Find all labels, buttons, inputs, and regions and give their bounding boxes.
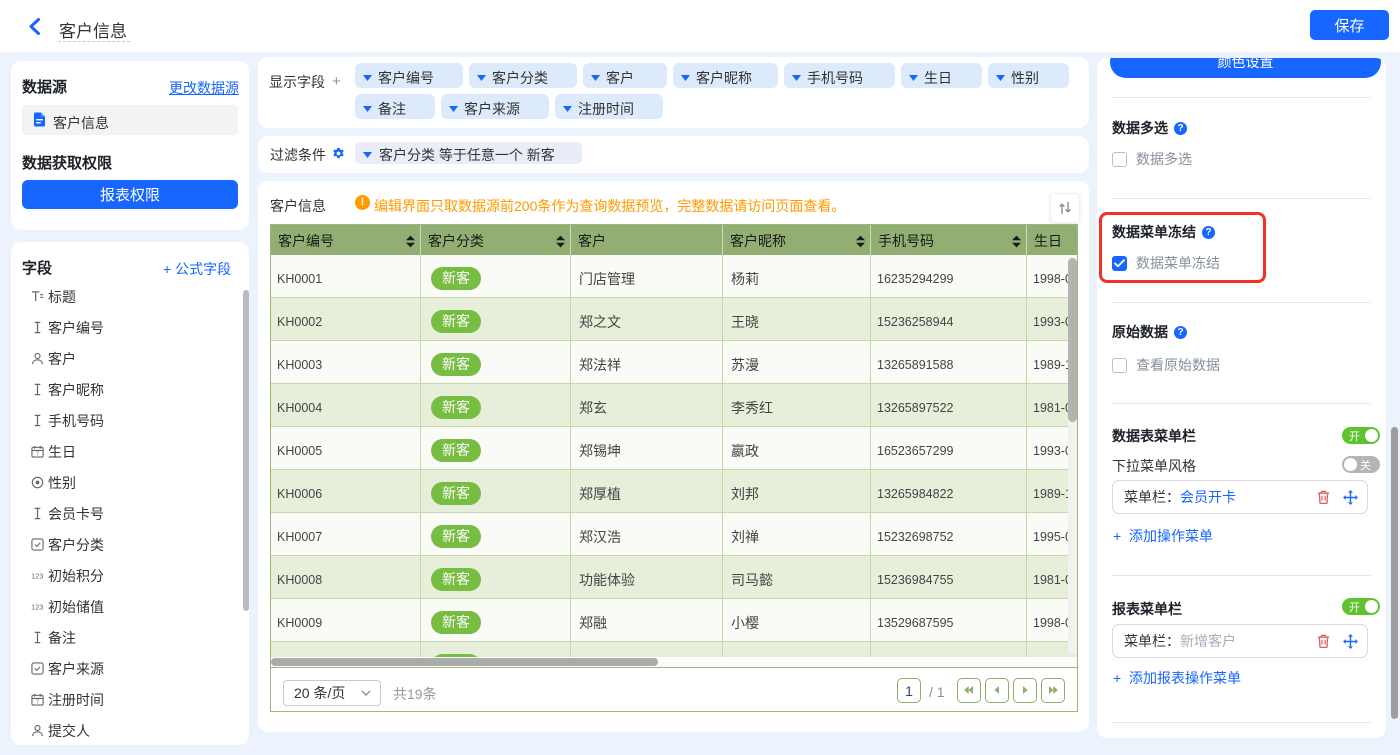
svg-text:7: 7 xyxy=(36,452,39,458)
svg-text:123: 123 xyxy=(31,572,43,581)
svg-text:123: 123 xyxy=(31,603,43,612)
svg-text:7: 7 xyxy=(36,700,39,706)
